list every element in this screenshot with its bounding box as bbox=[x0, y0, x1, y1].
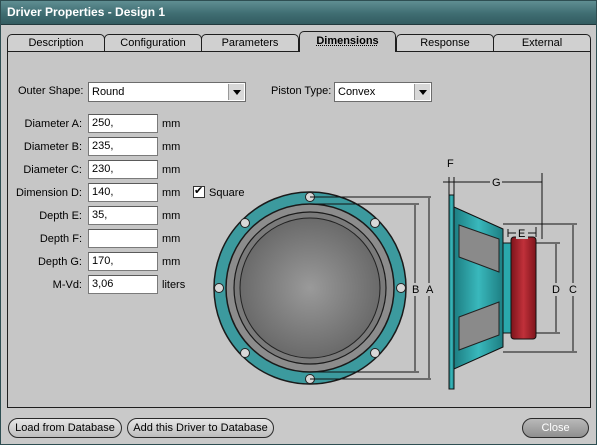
outer-shape-select[interactable]: Round bbox=[88, 82, 246, 102]
load-from-database-button[interactable]: Load from Database bbox=[8, 418, 122, 438]
m-vd-unit: liters bbox=[162, 279, 186, 291]
driver-properties-window: Driver Properties - Design 1 Description… bbox=[0, 0, 597, 445]
depth-e-unit: mm bbox=[162, 210, 181, 222]
dimension-d-label: Dimension D: bbox=[15, 187, 82, 199]
tab-external[interactable]: External bbox=[493, 34, 591, 51]
depth-e-input[interactable]: 35, bbox=[88, 206, 158, 225]
add-driver-to-database-button[interactable]: Add this Driver to Database bbox=[127, 418, 274, 438]
depth-g-unit: mm bbox=[162, 256, 181, 268]
diameter-a-unit: mm bbox=[162, 118, 181, 130]
speaker-dimension-diagram: B A F G E D C bbox=[213, 158, 579, 390]
tab-strip: Description Configuration Parameters Dim… bbox=[7, 31, 591, 52]
dim-label-f: F bbox=[447, 158, 454, 170]
depth-f-unit: mm bbox=[162, 233, 181, 245]
depth-f-label: Depth F: bbox=[39, 233, 82, 245]
tab-response[interactable]: Response bbox=[396, 34, 494, 51]
dim-label-b: B bbox=[412, 284, 419, 296]
chevron-down-icon[interactable] bbox=[228, 84, 244, 100]
depth-e-label: Depth E: bbox=[39, 210, 82, 222]
tab-parameters[interactable]: Parameters bbox=[201, 34, 299, 51]
diameter-b-label: Diameter B: bbox=[23, 141, 82, 153]
outer-shape-label: Outer Shape: bbox=[18, 85, 84, 97]
piston-type-select[interactable]: Convex bbox=[334, 82, 432, 102]
magnet bbox=[510, 236, 537, 340]
dimension-d-unit: mm bbox=[162, 187, 181, 199]
piston-type-label: Piston Type: bbox=[271, 85, 332, 97]
m-vd-input[interactable]: 3,06 bbox=[88, 275, 158, 294]
piston-type-value: Convex bbox=[338, 86, 376, 98]
chevron-down-icon[interactable] bbox=[414, 84, 430, 100]
diameter-b-input[interactable]: 235, bbox=[88, 137, 158, 156]
close-button[interactable]: Close bbox=[522, 418, 589, 438]
dim-label-d: D bbox=[552, 284, 560, 296]
depth-g-input[interactable]: 170, bbox=[88, 252, 158, 271]
diameter-a-input[interactable]: 250, bbox=[88, 114, 158, 133]
diameter-a-label: Diameter A: bbox=[24, 118, 82, 130]
tab-configuration[interactable]: Configuration bbox=[104, 34, 202, 51]
dimensions-panel: Outer Shape: Round Piston Type: Convex D… bbox=[7, 51, 591, 408]
dim-label-e: E bbox=[518, 228, 525, 240]
window-title: Driver Properties - Design 1 bbox=[7, 5, 166, 19]
diameter-b-unit: mm bbox=[162, 141, 181, 153]
m-vd-label: M-Vd: bbox=[52, 279, 82, 291]
dim-label-g: G bbox=[492, 177, 501, 189]
diameter-c-input[interactable]: 230, bbox=[88, 160, 158, 179]
depth-g-label: Depth G: bbox=[37, 256, 82, 268]
tab-description[interactable]: Description bbox=[7, 34, 105, 51]
title-bar[interactable]: Driver Properties - Design 1 bbox=[1, 1, 596, 25]
dim-label-a: A bbox=[426, 284, 434, 296]
diameter-c-label: Diameter C: bbox=[23, 164, 82, 176]
depth-f-input[interactable] bbox=[88, 229, 158, 248]
tab-dimensions[interactable]: Dimensions bbox=[299, 31, 396, 52]
outer-shape-value: Round bbox=[92, 86, 125, 98]
dimension-d-input[interactable]: 140, bbox=[88, 183, 158, 202]
dim-label-c: C bbox=[569, 284, 577, 296]
cone bbox=[239, 217, 381, 359]
diameter-c-unit: mm bbox=[162, 164, 181, 176]
front-view bbox=[213, 191, 431, 385]
